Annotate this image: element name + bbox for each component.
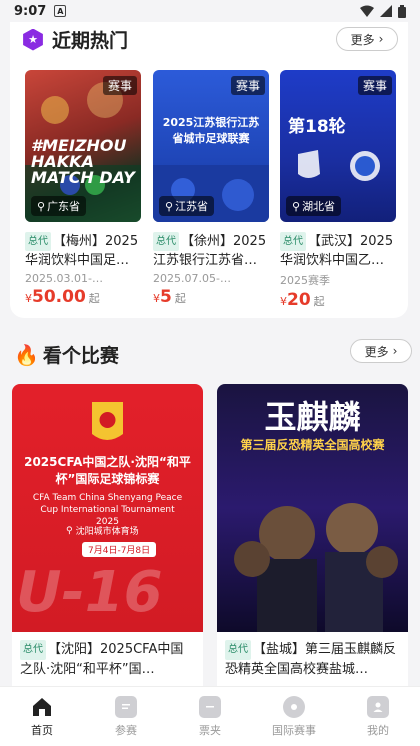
event-poster: 第18轮 赛事 ⚲ 湖北省 (280, 70, 396, 222)
hot-more-button[interactable]: 更多 › (336, 27, 398, 51)
hot-section-header: ★ 近期热门 (22, 26, 128, 53)
match-section-title: 看个比赛 (42, 345, 119, 367)
poster-title: 2025CFA中国之队·沈阳“和平杯”国际足球锦标赛 (24, 455, 191, 486)
match-poster: 2025CFA中国之队·沈阳“和平杯”国际足球锦标赛 CFA Team Chin… (12, 384, 203, 632)
nav-home[interactable]: 首页 (7, 696, 77, 738)
match-more-button[interactable]: 更多 › (350, 339, 412, 363)
status-time: 9:07 (14, 3, 47, 19)
event-location: ⚲ 广东省 (31, 196, 87, 216)
event-date: 2025.03.01-… (25, 272, 103, 285)
price-value: 5 (160, 287, 172, 307)
home-icon (31, 696, 53, 718)
match-card[interactable]: 2025CFA中国之队·沈阳“和平杯”国际足球锦标赛 CFA Team Chin… (12, 384, 203, 724)
event-price: ¥20 起 (280, 290, 396, 310)
poster-caption: 第18轮 (288, 117, 346, 137)
nav-ticket-folder[interactable]: 票夹 (175, 695, 245, 738)
wifi-icon (360, 5, 374, 17)
agent-badge: 总代 (153, 232, 179, 251)
match-title: 总代 【盐城】第三届玉麒麟反恐精英全国高校赛盐城… (217, 632, 408, 680)
match-section-header: 🔥 看个比赛 (14, 341, 119, 368)
globe-icon (283, 695, 305, 718)
poster-caption: #MEIZHOU HAKKA MATCH DAY (31, 136, 135, 187)
event-card[interactable]: 2025江苏银行江苏省城市足球联赛 赛事 ⚲ 江苏省 总代 【徐州】2025江苏银行… (153, 70, 269, 307)
event-date: 2025赛季 (280, 274, 330, 287)
poster-subtitle: 第三届反恐精英全国高校赛 (240, 438, 385, 452)
poster-big-text: U-16 (16, 560, 163, 625)
price-unit: 起 (174, 292, 186, 305)
venue-label: 沈阳城市体育场 (75, 527, 139, 537)
nav-home-label: 首页 (31, 723, 53, 737)
price-unit: 起 (313, 295, 325, 308)
price-value: 20 (287, 290, 311, 310)
nav-profile[interactable]: 我的 (343, 695, 413, 738)
agent-badge: 总代 (280, 232, 306, 251)
agent-badge: 总代 (25, 232, 51, 251)
match-more-label: 更多 (364, 344, 389, 359)
poster-title: 玉麒麟 (264, 398, 361, 436)
event-location: ⚲ 湖北省 (286, 196, 342, 216)
event-price: ¥50.00 起 (25, 287, 141, 307)
currency-symbol: ¥ (280, 295, 287, 308)
currency-symbol: ¥ (153, 292, 160, 305)
price-value: 50.00 (32, 287, 86, 307)
currency-symbol: ¥ (25, 292, 32, 305)
poster-subtitle: CFA Team China Shenyang Peace Cup Intern… (32, 493, 183, 527)
signal-icon (380, 5, 392, 17)
location-pin-icon: ⚲ (292, 199, 301, 213)
event-card[interactable]: #MEIZHOU HAKKA MATCH DAY 赛事 ⚲ 广东省 总代 【梅州】2… (25, 70, 141, 307)
location-pin-icon: ⚲ (165, 199, 174, 213)
event-poster: 2025江苏银行江苏省城市足球联赛 赛事 ⚲ 江苏省 (153, 70, 269, 222)
event-card[interactable]: 第18轮 赛事 ⚲ 湖北省 总代 【武汉】2025华润饮料中国乙… 2025赛季 ¥… (280, 70, 396, 310)
match-card[interactable]: 玉麒麟 第三届反恐精英全国高校赛 总代 【盐城】第三届玉麒麟反恐精英全国高校赛盐城… (217, 384, 408, 724)
hot-more-label: 更多 (350, 32, 375, 47)
chevron-right-icon: › (378, 32, 384, 46)
event-type-tag: 赛事 (230, 76, 265, 95)
location-pin-icon: ⚲ (37, 199, 46, 213)
nav-profile-label: 我的 (367, 723, 389, 737)
battery-icon (398, 4, 406, 18)
star-hexagon-icon: ★ (23, 28, 43, 51)
location-label: 湖北省 (302, 200, 336, 213)
match-poster: 玉麒麟 第三届反恐精英全国高校赛 (217, 384, 408, 632)
nav-international-label: 国际赛事 (272, 723, 316, 737)
notification-icon: A (54, 5, 67, 17)
price-unit: 起 (88, 292, 100, 305)
status-icons (360, 4, 406, 18)
location-label: 江苏省 (175, 200, 209, 213)
event-price: ¥5 起 (153, 287, 269, 307)
nav-international[interactable]: 国际赛事 (259, 695, 329, 738)
location-label: 广东省 (47, 200, 81, 213)
poster-dates: 7月4日-7月8日 (82, 542, 157, 557)
hot-section-title: 近期热门 (52, 30, 129, 52)
nav-entry-label: 参赛 (115, 723, 137, 737)
profile-icon (367, 695, 389, 718)
event-title: 总代 【梅州】2025华润饮料中国足… (25, 232, 141, 270)
poster-caption: 2025江苏银行江苏省城市足球联赛 (162, 116, 260, 145)
nav-ticket-folder-label: 票夹 (199, 723, 221, 737)
nav-entry[interactable]: 参赛 (91, 695, 161, 738)
event-type-tag: 赛事 (357, 76, 392, 95)
poster-venue: ⚲ 沈阳城市体育场 (66, 524, 139, 538)
entry-icon (115, 695, 137, 718)
agent-badge: 总代 (225, 640, 251, 660)
chevron-right-icon: › (392, 344, 398, 358)
match-title: 总代 【沈阳】2025CFA中国之队·沈阳“和平杯”国… (12, 632, 203, 680)
event-title: 总代 【徐州】2025江苏银行江苏省… (153, 232, 269, 270)
agent-badge: 总代 (20, 640, 46, 660)
event-type-tag: 赛事 (102, 76, 137, 95)
bottom-navigation: 首页 参赛 票夹 国际赛事 我的 (0, 686, 420, 746)
location-pin-icon: ⚲ (66, 525, 73, 536)
status-bar: 9:07 A (0, 0, 420, 22)
event-poster: #MEIZHOU HAKKA MATCH DAY 赛事 ⚲ 广东省 (25, 70, 141, 222)
event-title: 总代 【武汉】2025华润饮料中国乙… (280, 232, 396, 270)
fire-icon: 🔥 (14, 342, 39, 367)
event-date: 2025.07.05-… (153, 272, 231, 285)
event-location: ⚲ 江苏省 (159, 196, 215, 216)
ticket-folder-icon (199, 695, 221, 718)
